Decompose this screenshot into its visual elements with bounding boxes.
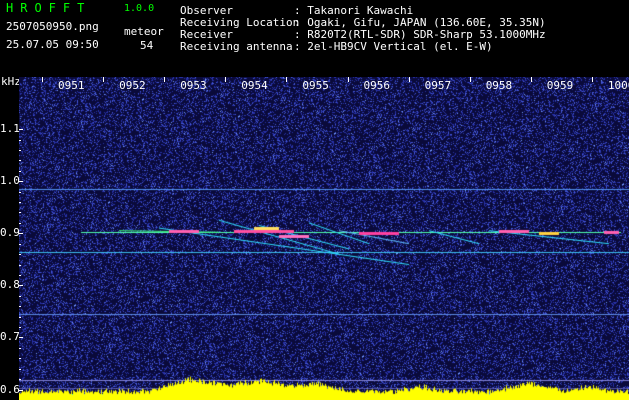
x-tick-mark <box>42 77 43 82</box>
y-minor-tick <box>19 358 21 360</box>
app-logo: HROFFT <box>6 1 92 15</box>
y-minor-tick <box>19 170 21 172</box>
y-minor-tick <box>19 274 21 276</box>
y-tick-label: 0.9 <box>0 226 20 240</box>
app-version: 1.0.0 <box>124 3 155 14</box>
x-tick-label: 0955 <box>302 79 329 92</box>
x-tick-label: 0959 <box>546 79 574 92</box>
y-minor-tick <box>19 149 21 151</box>
y-tick-mark <box>19 129 23 131</box>
y-tick-label: 1.1 <box>0 122 20 136</box>
y-tick-mark <box>19 233 23 235</box>
y-minor-tick <box>19 306 21 308</box>
x-tick-mark <box>225 77 227 82</box>
meteor-label: meteor <box>124 25 164 38</box>
y-minor-tick <box>19 327 21 329</box>
x-tick-mark <box>469 77 471 82</box>
x-tick-label: 0957 <box>424 79 452 92</box>
y-tick-label: 0.8 <box>0 278 20 292</box>
x-tick-label: 0958 <box>485 79 513 92</box>
x-tick-mark <box>286 77 288 82</box>
y-minor-tick <box>19 264 21 266</box>
y-minor-tick <box>19 368 21 370</box>
x-tick-label: 0956 <box>363 79 391 92</box>
y-minor-tick <box>19 347 21 349</box>
hrofft-window: HROFFT 1.0.0 2507050950.png 25.07.05 09:… <box>0 0 629 400</box>
y-minor-tick <box>19 295 21 297</box>
y-minor-tick <box>19 222 21 224</box>
y-tick-label: 0.7 <box>0 330 20 344</box>
spectrogram-plot <box>19 77 629 400</box>
x-tick-label: 0952 <box>119 79 146 92</box>
y-tick-label: 1.0 <box>0 174 20 188</box>
y-minor-tick <box>19 202 21 204</box>
x-tick-label: 0953 <box>180 79 207 92</box>
y-tick-mark <box>19 181 23 183</box>
y-tick-mark <box>19 285 23 287</box>
y-tick-label: 0.6 <box>0 382 20 396</box>
x-tick-label: 0951 <box>58 79 85 92</box>
x-tick-label: 0954 <box>241 79 268 92</box>
date-time: 25.07.05 09:50 <box>6 38 99 51</box>
x-tick-mark <box>591 77 593 82</box>
y-minor-tick <box>19 212 21 214</box>
y-minor-tick <box>19 191 21 193</box>
y-minor-tick <box>19 243 21 245</box>
x-tick-mark <box>530 77 532 82</box>
x-tick-label: 1000 <box>607 79 629 92</box>
y-tick-mark <box>19 337 23 339</box>
y-minor-tick <box>19 160 21 162</box>
y-tick-mark <box>19 389 23 391</box>
meteor-count: 54 <box>140 39 154 52</box>
y-axis-unit: kHz <box>1 75 21 88</box>
x-tick-mark <box>103 77 105 82</box>
y-minor-tick <box>19 379 21 381</box>
x-tick-mark <box>408 77 410 82</box>
file-name: 2507050950.png <box>6 20 99 33</box>
x-tick-mark <box>164 77 166 82</box>
info-label-antenna: Receiving antenna <box>180 40 293 53</box>
x-tick-mark <box>347 77 349 82</box>
y-minor-tick <box>19 254 21 256</box>
y-minor-tick <box>19 316 21 318</box>
info-value-antenna: : 2el-HB9CV Vertical (el. E-W) <box>294 40 493 53</box>
y-minor-tick <box>19 139 21 141</box>
